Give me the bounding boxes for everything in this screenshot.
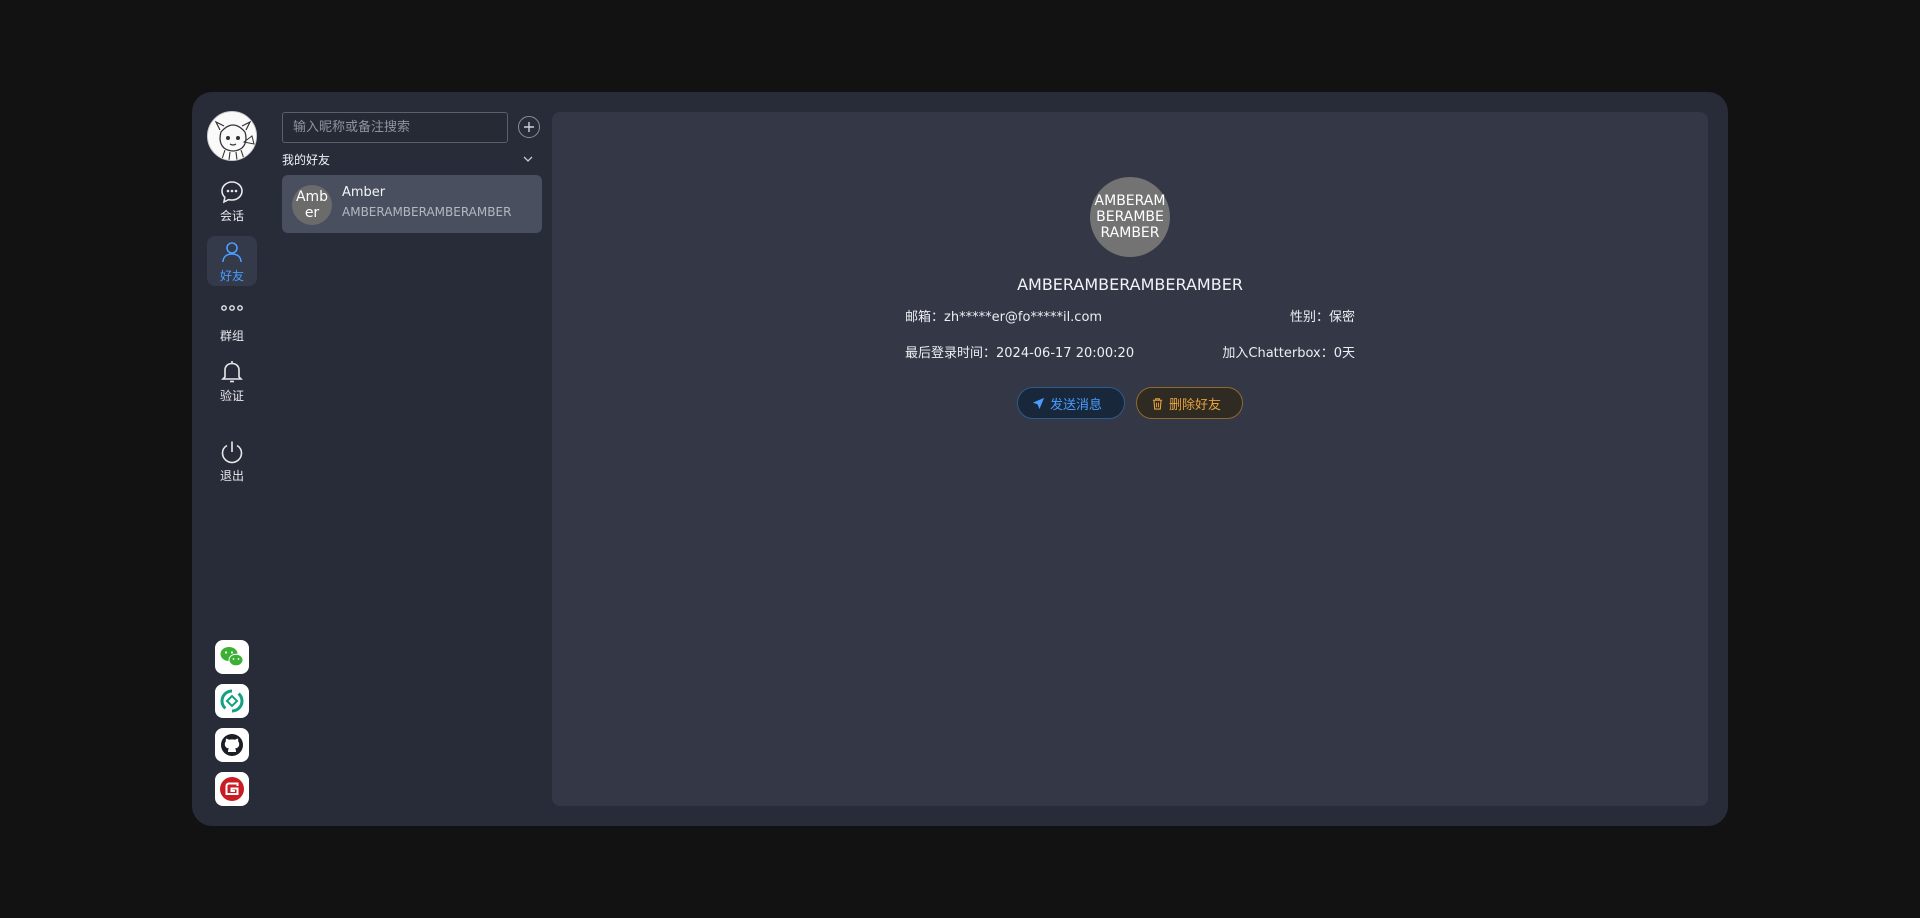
- wechat-icon: [220, 647, 244, 667]
- joined-info: 加入Chatterbox：0天: [1222, 342, 1355, 361]
- profile-avatar: AMBERAMBERAMBERAMBER: [1090, 177, 1170, 257]
- delete-friend-label: 删除好友: [1169, 397, 1222, 413]
- last-login-label: 最后登录时间：: [905, 346, 997, 361]
- friend-group-header[interactable]: 我的好友: [282, 150, 542, 168]
- delete-friend-button[interactable]: 删除好友: [1136, 387, 1243, 419]
- profile-nickname: AMBERAMBERAMBERAMBER: [1017, 275, 1243, 294]
- friend-list-panel: 我的好友 Amber Amber AMBERAMBERAMBERAMBER: [282, 92, 542, 826]
- friend-nickname: AMBERAMBERAMBERAMBER: [342, 205, 512, 219]
- wechat-link[interactable]: [215, 640, 249, 674]
- add-friend-button[interactable]: [518, 116, 540, 138]
- user-icon: [222, 241, 242, 262]
- gitee-link[interactable]: [215, 772, 249, 806]
- nav-item-groups[interactable]: 群组: [207, 296, 257, 346]
- trash-icon: [1152, 397, 1163, 410]
- gender-info: 性别：保密: [1290, 306, 1355, 325]
- email-value: zh*****er@fo*****il.com: [944, 310, 1103, 325]
- nav-label-friends: 好友: [219, 268, 244, 283]
- friend-name: Amber: [342, 185, 386, 200]
- group-dots-icon: [221, 304, 243, 311]
- group-title: 我的好友: [282, 152, 331, 167]
- github-link[interactable]: [215, 728, 249, 762]
- friend-list-item[interactable]: Amber Amber AMBERAMBERAMBERAMBER: [282, 175, 542, 233]
- nav-item-verify[interactable]: 验证: [207, 356, 257, 406]
- info-row-login-joined: 最后登录时间：2024-06-17 20:00:20 加入Chatterbox：…: [905, 342, 1355, 361]
- plus-icon: [524, 122, 534, 132]
- search-row: [282, 112, 542, 143]
- email-label: 邮箱：: [905, 310, 945, 325]
- friend-detail-panel: AMBERAMBERAMBERAMBER AMBERAMBERAMBERAMBE…: [552, 112, 1708, 806]
- last-login-value: 2024-06-17 20:00:20: [996, 346, 1135, 361]
- nav-label-sessions: 会话: [219, 208, 244, 223]
- app-window: 会话 好友 群组 验证 退出 输入昵称或备注搜索 我的好友 Amber Ambe…: [192, 92, 1728, 826]
- joined-value: 0天: [1333, 346, 1355, 361]
- logout-button[interactable]: 退出: [207, 436, 257, 486]
- send-message-label: 发送消息: [1050, 397, 1103, 413]
- gitee-icon: [220, 777, 244, 801]
- my-avatar[interactable]: [207, 111, 257, 161]
- nav-label-groups: 群组: [219, 328, 244, 343]
- cartoon-avatar-icon: [208, 112, 256, 160]
- chat-bubble-icon: [221, 180, 243, 203]
- search-input[interactable]: [282, 112, 508, 143]
- friend-avatar: Amber: [292, 185, 332, 225]
- info-row-email-gender: 邮箱：zh*****er@fo*****il.com 性别：保密: [905, 306, 1355, 325]
- send-message-button[interactable]: 发送消息: [1017, 387, 1125, 419]
- gender-value: 保密: [1328, 310, 1355, 325]
- nav-item-sessions[interactable]: 会话: [207, 176, 257, 226]
- nav-item-friends[interactable]: 好友: [207, 236, 257, 286]
- email-info: 邮箱：zh*****er@fo*****il.com: [905, 306, 1102, 325]
- bell-icon: [221, 360, 243, 382]
- chevron-down-icon: [523, 156, 533, 162]
- power-icon: [221, 441, 243, 463]
- green-loop-link[interactable]: [215, 684, 249, 718]
- paper-plane-icon: [1032, 397, 1045, 409]
- last-login-info: 最后登录时间：2024-06-17 20:00:20: [905, 342, 1134, 361]
- logout-label: 退出: [219, 468, 244, 483]
- nav-label-verify: 验证: [219, 388, 244, 403]
- green-loop-icon: [220, 689, 244, 713]
- joined-label: 加入Chatterbox：: [1222, 346, 1334, 361]
- github-icon: [221, 734, 243, 756]
- nav-rail: 会话 好友 群组 验证 退出: [192, 92, 272, 826]
- gender-label: 性别：: [1289, 310, 1329, 325]
